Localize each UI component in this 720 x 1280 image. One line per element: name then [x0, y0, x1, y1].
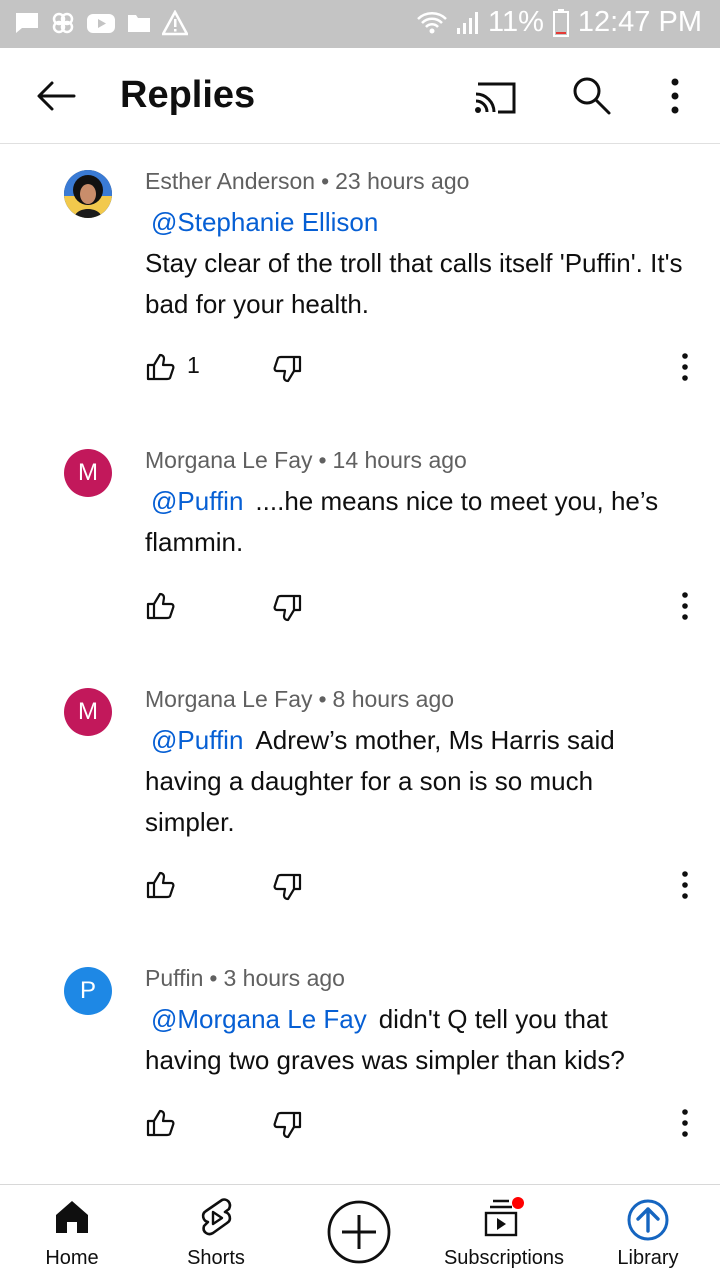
more-vert-icon[interactable]	[675, 350, 695, 386]
comment-actions: 1	[145, 352, 705, 392]
more-vert-icon[interactable]	[675, 868, 695, 904]
more-vert-icon[interactable]	[660, 74, 690, 118]
meta-separator: •	[318, 686, 327, 712]
signal-icon	[456, 11, 478, 34]
nav-item-home[interactable]: Home	[22, 1185, 122, 1280]
comment-body: @Morgana Le Fay didn't Q tell you that ha…	[145, 999, 685, 1081]
subscriptions-icon	[484, 1197, 524, 1237]
dislike-icon[interactable]	[273, 354, 303, 384]
dislike-icon[interactable]	[273, 593, 303, 623]
comment-author[interactable]: Esther Anderson	[145, 168, 315, 194]
more-vert-icon[interactable]	[675, 589, 695, 625]
comment-author[interactable]: Morgana Le Fay	[145, 447, 312, 473]
status-system-icons: 11% 12:47 PM	[416, 6, 702, 39]
cast-icon[interactable]	[472, 78, 518, 116]
pinwheel-icon	[52, 12, 74, 34]
more-vert-icon[interactable]	[675, 1106, 695, 1142]
comment-time: 8 hours ago	[332, 686, 455, 712]
avatar-photo-icon	[64, 170, 112, 218]
bottom-nav: Home Shorts Subscriptions Library	[0, 1184, 720, 1280]
comment-time: 14 hours ago	[332, 447, 467, 473]
like-icon[interactable]	[145, 870, 175, 900]
meta-separator: •	[209, 965, 218, 991]
comment-time: 23 hours ago	[335, 168, 470, 194]
comment-body: @Stephanie Ellison Stay clear of the tro…	[145, 202, 705, 325]
page-title: Replies	[120, 74, 256, 116]
warning-icon	[162, 10, 188, 36]
comment-meta: Esther Anderson • 23 hours ago	[145, 168, 469, 195]
notification-dot	[512, 1197, 524, 1209]
nav-label: Shorts	[187, 1247, 245, 1269]
comment-author[interactable]: Morgana Le Fay	[145, 686, 312, 712]
like-icon[interactable]	[145, 1108, 175, 1138]
comment-body: @Puffin ....he means nice to meet you, he…	[145, 481, 705, 563]
battery-percent: 11%	[487, 6, 544, 38]
comment-body: @Puffin Adrew’s mother, Ms Harris said ha…	[145, 720, 615, 843]
comment-author[interactable]: Puffin	[145, 965, 203, 991]
nav-item-subscriptions[interactable]: Subscriptions	[434, 1185, 574, 1280]
avatar[interactable]: M	[64, 449, 112, 497]
avatar[interactable]: M	[64, 688, 112, 736]
like-icon[interactable]	[145, 591, 175, 621]
mention-link[interactable]: @Puffin	[151, 725, 243, 755]
meta-separator: •	[321, 168, 330, 194]
wifi-icon	[417, 11, 447, 33]
nav-label: Home	[45, 1247, 99, 1269]
youtube-icon	[87, 14, 115, 33]
message-icon	[16, 13, 38, 33]
comment-actions	[145, 870, 705, 910]
meta-separator: •	[318, 447, 327, 473]
like-count: 1	[187, 352, 200, 378]
battery-icon	[552, 8, 569, 37]
status-bar: 11% 12:47 PM	[0, 0, 720, 48]
comment-text: Stay clear of the troll that calls itsel…	[145, 248, 683, 319]
comment-actions	[145, 1108, 705, 1148]
folder-icon	[128, 15, 150, 32]
nav-item-library[interactable]: Library	[598, 1185, 698, 1280]
clock: 12:47 PM	[577, 6, 702, 38]
mention-link[interactable]: @Stephanie Ellison	[151, 207, 378, 237]
search-icon[interactable]	[570, 74, 612, 116]
dislike-icon[interactable]	[273, 1110, 303, 1140]
comment-time: 3 hours ago	[223, 965, 345, 991]
nav-label: Subscriptions	[443, 1247, 565, 1269]
nav-label: Library	[617, 1247, 679, 1269]
comment-meta: Puffin • 3 hours ago	[145, 965, 345, 992]
comment-meta: Morgana Le Fay • 14 hours ago	[145, 447, 467, 474]
nav-item-shorts[interactable]: Shorts	[166, 1185, 266, 1280]
avatar[interactable]: P	[64, 967, 112, 1015]
app-bar: Replies	[0, 48, 720, 144]
mention-link[interactable]: @Puffin	[151, 486, 243, 516]
mention-link[interactable]: @Morgana Le Fay	[151, 1004, 367, 1034]
shorts-icon	[201, 1198, 232, 1236]
dislike-icon[interactable]	[273, 872, 303, 902]
like-icon[interactable]	[145, 352, 175, 382]
comment-actions	[145, 591, 705, 631]
library-icon	[627, 1199, 669, 1241]
create-icon[interactable]	[326, 1199, 392, 1265]
avatar[interactable]	[64, 170, 112, 218]
home-icon	[56, 1201, 88, 1233]
back-arrow-icon[interactable]	[34, 76, 78, 116]
status-notification-icons	[14, 10, 188, 36]
comment-meta: Morgana Le Fay • 8 hours ago	[145, 686, 454, 713]
